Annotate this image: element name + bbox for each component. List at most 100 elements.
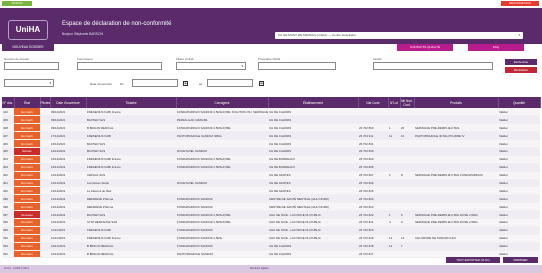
- table-row[interactable]: 395 En cours 11/12/2021 FRESENIUS KABI FONDA…: [2, 226, 540, 235]
- cell-etat: En cours: [14, 155, 40, 164]
- cell-pil: [40, 234, 50, 243]
- cell-date: 10/12/2021: [50, 250, 86, 259]
- cell-prod: [414, 242, 498, 251]
- cell-prod: [414, 115, 498, 125]
- cell-id: 406: [2, 139, 14, 148]
- column-header[interactable]: N°Lot: [388, 97, 401, 108]
- column-header[interactable]: Nb Non-Conf.: [400, 97, 415, 108]
- filter-label-dossier: Numéro de dossier: [4, 57, 30, 61]
- cell-etab: CH DE CAHORS: [268, 147, 358, 156]
- cell-etat: En cours: [14, 242, 40, 251]
- cell-cons: FONDAPARINUX SANDOZ: [176, 202, 268, 212]
- cell-etat: En cours: [14, 139, 40, 148]
- calendar-icon[interactable]: ▦: [259, 81, 264, 86]
- procedure-input[interactable]: [258, 62, 336, 70]
- date-from-input[interactable]: [132, 79, 178, 87]
- cell-pil: [40, 242, 50, 251]
- column-header[interactable]: Consignes: [176, 97, 269, 108]
- table-row[interactable]: 404 En cours 15/12/2021 FRESENIUS KABI Fran…: [2, 155, 540, 164]
- table-row[interactable]: 407 En cours 17/12/2021 FRESENIUS KABI PANTO…: [2, 131, 540, 141]
- cell-etab: CH DE BORDEAUX: [268, 163, 358, 172]
- filiere-select[interactable]: ▾: [176, 62, 246, 70]
- column-header[interactable]: N° dos.: [2, 97, 15, 108]
- column-header[interactable]: Date d'ouverture: [50, 97, 87, 108]
- cell-id: 400: [2, 186, 14, 196]
- nonconformity-table: N° dos. État Pilotes Date d'ouverture Titula…: [2, 97, 541, 259]
- cell-pil: [40, 163, 50, 172]
- cell-nat: 26 702 825: [358, 186, 388, 196]
- table-row[interactable]: 394 En cours 11/12/2021 FRESENIUS KABI Fran…: [2, 234, 540, 243]
- date-to-input[interactable]: [207, 79, 253, 87]
- dossier-number-input[interactable]: [4, 62, 59, 70]
- state-select[interactable]: ▾: [4, 79, 54, 87]
- cell-pil: [40, 171, 50, 180]
- print-button[interactable]: IMPRIMER: [503, 257, 538, 263]
- cell-etab: CHU DE NICE - LA FORCE DU PUBLIC: [268, 234, 358, 243]
- column-header[interactable]: Nat Code: [358, 97, 389, 108]
- user-badge[interactable]: MANON: [2, 1, 32, 6]
- cell-nat: 26 702 818: [358, 242, 388, 251]
- cell-tit: FRESENIUS KABI France: [86, 155, 176, 164]
- cell-cons: FONDAPARINUX SANDOZ 2,5MG/0,5ML SOLUTION…: [176, 108, 268, 117]
- table-row[interactable]: 400 En cours 13/12/2021 Le Flacons de l'Est…: [2, 186, 540, 196]
- cell-etab: CH DE CAHORS: [268, 115, 358, 125]
- table-row[interactable]: 396 En cours 12/12/2021 SYNTHEFRANCE SAS FON…: [2, 218, 540, 227]
- cell-prod: [414, 139, 498, 148]
- cell-etab: CHU DE NICE - LA FORCE DU PUBLIC: [268, 226, 358, 235]
- faq-button[interactable]: FAQ: [468, 44, 524, 51]
- cell-prod: PANTOPRAZOLE 40 MG POUDRE IV: [414, 131, 498, 141]
- export-button[interactable]: TOUT EXPORTER (XLSX): [446, 257, 500, 263]
- cell-id: 409: [2, 115, 14, 125]
- cell-etat: En cours: [14, 131, 40, 141]
- cell-nat: 26 702 822: [358, 210, 388, 219]
- new-dossier-button[interactable]: NOUVEAU DOSSIER: [2, 44, 54, 51]
- libelle-input[interactable]: [373, 62, 493, 70]
- column-header[interactable]: État: [14, 97, 41, 108]
- cell-date: 13/12/2021: [50, 186, 86, 196]
- column-header[interactable]: Établissement: [268, 97, 359, 108]
- table-row[interactable]: 409 En cours 09/12/2021 BAXTER SAS PERFALGAN…: [2, 115, 540, 125]
- site-select[interactable]: CH DE MONT-DE-MARSAN (UniHA) — Centre Ho…: [275, 32, 523, 39]
- cell-tit: Le Flacons de l'Est: [86, 186, 176, 196]
- cell-pil: [40, 155, 50, 164]
- cell-etat: En cours: [14, 179, 40, 188]
- cell-lot: [388, 108, 400, 117]
- cell-etat: En cours: [14, 186, 40, 196]
- quality-contacts-button[interactable]: CONTACTS QUALITÉ: [397, 44, 453, 51]
- cell-lot: [388, 186, 400, 196]
- cell-prod: [414, 108, 498, 117]
- search-button[interactable]: Rechercher: [505, 59, 537, 65]
- table-row[interactable]: 397 Nouveau 12/12/2021 BAXTER SAS FONDAPARIN…: [2, 210, 540, 219]
- fournisseur-input[interactable]: [77, 62, 162, 70]
- cell-etab: CENTRE DE SANTÉ MENTALE (GHU NORD): [268, 194, 358, 204]
- logout-button[interactable]: DÉCONNEXION: [501, 1, 539, 6]
- table-row[interactable]: 402 En cours 14/12/2021 CEPHAL SAS CH DE NAN…: [2, 171, 540, 180]
- cell-qte: Valider: [498, 234, 540, 243]
- table-row[interactable]: 393 En cours 10/12/2021 B BRAUN MEDICAL FOND…: [2, 242, 540, 251]
- cell-nb: [400, 147, 414, 156]
- table-row[interactable]: 406 En cours 16/12/2021 BAXTER SAS CH DE CAH…: [2, 139, 540, 148]
- cell-etab: CH DE CAHORS: [268, 123, 358, 133]
- column-header[interactable]: Quantité: [498, 97, 541, 108]
- column-header[interactable]: Pilotes: [40, 97, 51, 108]
- table-row[interactable]: 403 En cours 15/12/2021 FRESENIUS KABI Fran…: [2, 163, 540, 172]
- footer-legal-link[interactable]: Mentions légales: [250, 265, 269, 273]
- cell-date: 16/12/2021: [50, 139, 86, 148]
- column-header[interactable]: Titulaire: [86, 97, 177, 108]
- table-row[interactable]: 408 En cours 09/12/2021 B BRAUN MEDICAL FOND…: [2, 123, 540, 133]
- column-header[interactable]: Produits: [414, 97, 499, 108]
- cell-etab: CH DE CAHORS: [268, 131, 358, 141]
- cell-cons: FONDAPARINUX SANDOZ 2,5MG/0,5ML: [176, 163, 268, 172]
- table-row[interactable]: 399 En cours 13/12/2021 MEDIREVE Pharma FOND…: [2, 194, 540, 204]
- table-row[interactable]: 398 En cours 13/12/2021 MEDIREVE Pharma FOND…: [2, 202, 540, 212]
- cell-nb: [400, 250, 414, 259]
- cell-cons: FONDAPARINUX SANDOZ: [176, 226, 268, 235]
- cell-pil: [40, 179, 50, 188]
- table-row[interactable]: 405 Refusé 16/12/2021 BAXTER SAS DOCETAXEL S…: [2, 147, 540, 156]
- reset-button[interactable]: Réinitialiser: [505, 67, 537, 73]
- calendar-icon[interactable]: ▦: [183, 81, 188, 86]
- cell-prod: [414, 194, 498, 204]
- table-row[interactable]: 410 En cours 09/12/2021 FRESENIUS KABI Fran…: [2, 108, 540, 117]
- table-row[interactable]: 401 En cours 14/12/2021 Les Roses Santé DOCE…: [2, 179, 540, 188]
- cell-date: 14/12/2021: [50, 179, 86, 188]
